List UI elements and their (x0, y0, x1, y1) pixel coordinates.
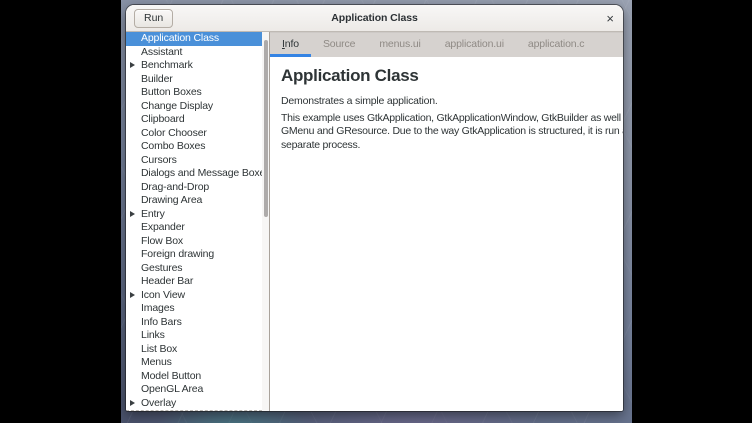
demo-details: This example uses GtkApplication, GtkApp… (281, 112, 611, 153)
window-title: Application Class (126, 5, 623, 31)
sidebar-scrollbar[interactable] (262, 32, 269, 411)
expander-icon[interactable] (130, 62, 135, 68)
sidebar-item-label: Model Button (141, 370, 201, 382)
sidebar-item-label: Benchmark (141, 59, 193, 71)
sidebar-item-label: Gestures (141, 262, 182, 274)
desktop-background: Run Application Class × Application Clas… (121, 0, 632, 423)
sidebar-item-label: List Box (141, 343, 177, 355)
demo-details-line: This example uses GtkApplication, GtkApp… (281, 112, 611, 126)
tab-info[interactable]: Info (270, 32, 311, 57)
sidebar-item-label: Flow Box (141, 235, 183, 247)
run-button[interactable]: Run (134, 9, 173, 28)
sidebar-item-images[interactable]: Images (126, 302, 269, 316)
tab-application-ui[interactable]: application.ui (433, 32, 516, 57)
demo-list: Application Class AssistantBenchmark Build… (126, 32, 269, 410)
headerbar: Run Application Class × (126, 5, 623, 32)
sidebar-item-icon-view[interactable]: Icon View (126, 289, 269, 303)
tab-application-c[interactable]: application.c (516, 32, 596, 57)
demo-details-line: separate process. (281, 139, 611, 153)
info-panel: Application Class Demonstrates a simple … (270, 57, 623, 411)
sidebar-item-cursors[interactable]: Cursors (126, 154, 269, 168)
sidebar-item-expander[interactable]: Expander (126, 221, 269, 235)
sidebar-item-label: Menus (141, 356, 172, 368)
sidebar-item-label: Info Bars (141, 316, 182, 328)
sidebar-item-label: Foreign drawing (141, 248, 214, 260)
sidebar-item-label: Color Chooser (141, 127, 207, 139)
sidebar-item-model-button[interactable]: Model Button (126, 370, 269, 384)
sidebar-item-label: Change Display (141, 100, 213, 112)
sidebar-item-label: Expander (141, 221, 185, 233)
sidebar-item-header-bar[interactable]: Header Bar (126, 275, 269, 289)
sidebar-item-benchmark[interactable]: Benchmark (126, 59, 269, 73)
sidebar-item-label: Combo Boxes (141, 140, 205, 152)
sidebar-item-label: Button Boxes (141, 86, 202, 98)
sidebar-item-change-display[interactable]: Change Display (126, 100, 269, 114)
gtk-demo-window: Run Application Class × Application Clas… (126, 5, 623, 411)
sidebar-item-color-chooser[interactable]: Color Chooser (126, 127, 269, 141)
screenshot-canvas: Run Application Class × Application Clas… (0, 0, 752, 423)
sidebar-item-label: Entry (141, 208, 165, 220)
expander-icon[interactable] (130, 211, 135, 217)
sidebar-item-label: Overlay (141, 397, 176, 409)
sidebar-item-label: Application Class (141, 32, 219, 44)
sidebar-item-entry[interactable]: Entry (126, 208, 269, 222)
sidebar-item-links[interactable]: Links (126, 329, 269, 343)
sidebar-item-label: Drawing Area (141, 194, 202, 206)
tab-mnemonic: I (282, 38, 285, 50)
sidebar-item-opengl-area[interactable]: OpenGL Area (126, 383, 269, 397)
expander-icon[interactable] (130, 292, 135, 298)
demo-list-sidebar: Application Class AssistantBenchmark Build… (126, 32, 270, 411)
sidebar-item-gestures[interactable]: Gestures (126, 262, 269, 276)
demo-details-line: GMenu and GResource. Due to the way GtkA… (281, 125, 611, 139)
sidebar-item-application-class[interactable]: Application Class (126, 32, 269, 46)
sidebar-item-label: Dialogs and Message Boxes (141, 167, 270, 179)
sidebar-item-menus[interactable]: Menus (126, 356, 269, 370)
tab-menus-ui[interactable]: menus.ui (367, 32, 432, 57)
sidebar-item-label: Header Bar (141, 275, 193, 287)
sidebar-item-label: Images (141, 302, 175, 314)
sidebar-item-combo-boxes[interactable]: Combo Boxes (126, 140, 269, 154)
sidebar-item-assistant[interactable]: Assistant (126, 46, 269, 60)
sidebar-item-label: OpenGL Area (141, 383, 203, 395)
sidebar-item-foreign-drawing[interactable]: Foreign drawing (126, 248, 269, 262)
sidebar-item-drag-and-drop[interactable]: Drag-and-Drop (126, 181, 269, 195)
sidebar-item-drawing-area[interactable]: Drawing Area (126, 194, 269, 208)
sidebar-item-button-boxes[interactable]: Button Boxes (126, 86, 269, 100)
sidebar-item-dialogs-and-message-boxes[interactable]: Dialogs and Message Boxes (126, 167, 269, 181)
sidebar-item-label: Drag-and-Drop (141, 181, 209, 193)
sidebar-item-overlay[interactable]: Overlay (126, 397, 269, 411)
sidebar-item-label: Links (141, 329, 165, 341)
sidebar-item-info-bars[interactable]: Info Bars (126, 316, 269, 330)
expander-icon[interactable] (130, 400, 135, 406)
demo-heading: Application Class (281, 66, 611, 86)
notebook-tabbar: InfoSourcemenus.uiapplication.uiapplicat… (270, 32, 623, 57)
tab-source[interactable]: Source (311, 32, 367, 57)
sidebar-item-label: Clipboard (141, 113, 185, 125)
sidebar-item-clipboard[interactable]: Clipboard (126, 113, 269, 127)
close-icon[interactable]: × (606, 5, 614, 31)
sidebar-item-label: Cursors (141, 154, 177, 166)
window-body: Application Class AssistantBenchmark Build… (126, 32, 623, 411)
sidebar-item-builder[interactable]: Builder (126, 73, 269, 87)
sidebar-item-label: Assistant (141, 46, 182, 58)
sidebar-item-list-box[interactable]: List Box (126, 343, 269, 357)
sidebar-scrollbar-thumb[interactable] (264, 40, 268, 217)
demo-description: Demonstrates a simple application. (281, 95, 611, 109)
sidebar-item-label: Icon View (141, 289, 185, 301)
sidebar-item-flow-box[interactable]: Flow Box (126, 235, 269, 249)
sidebar-item-label: Builder (141, 73, 173, 85)
notebook: InfoSourcemenus.uiapplication.uiapplicat… (270, 32, 623, 411)
